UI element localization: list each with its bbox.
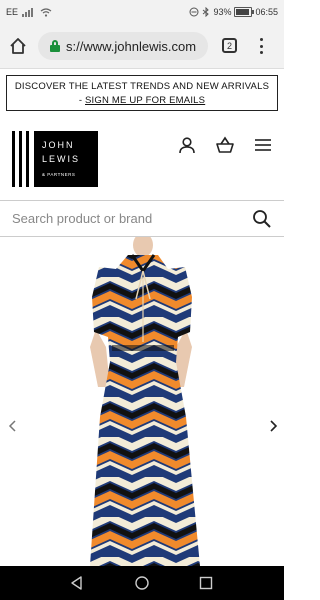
hamburger-menu-icon[interactable] [253, 135, 273, 155]
logo-stripes [12, 131, 33, 187]
home-icon[interactable] [8, 36, 28, 56]
status-bar: EE 93% 06:55 [0, 0, 284, 24]
promo-signup-line: - SIGN ME UP FOR EMAILS [7, 95, 277, 106]
browser-menu-icon[interactable] [258, 38, 264, 54]
home-nav-icon[interactable] [133, 574, 151, 592]
carrier-label: EE [6, 7, 19, 17]
tab-switcher-button[interactable]: 2 [222, 38, 237, 53]
battery-icon [234, 7, 255, 17]
site-search[interactable]: Search product or brand [0, 200, 284, 237]
battery-percent: 93% [213, 7, 232, 17]
account-icon[interactable] [177, 135, 197, 155]
email-signup-link[interactable]: SIGN ME UP FOR EMAILS [85, 95, 205, 106]
url-text[interactable]: s://www.johnlewis.com [66, 39, 196, 54]
lock-icon [50, 40, 60, 52]
bluetooth-icon [203, 7, 210, 17]
john-lewis-logo[interactable]: JOHN LEWIS & PARTNERS [12, 131, 100, 187]
search-icon[interactable] [252, 209, 272, 229]
carousel-next-icon[interactable] [268, 420, 278, 432]
logo-word-john: JOHN [42, 140, 75, 150]
do-not-disturb-icon [189, 7, 199, 17]
address-bar[interactable]: s://www.johnlewis.com [38, 32, 208, 60]
clock: 06:55 [255, 7, 278, 17]
back-icon[interactable] [68, 574, 86, 592]
system-navigation-bar [0, 566, 284, 600]
browser-toolbar: s://www.johnlewis.com 2 [0, 24, 284, 69]
basket-icon[interactable] [215, 135, 235, 155]
carousel-prev-icon[interactable] [8, 420, 18, 432]
wifi-icon [40, 7, 52, 17]
logo-word-lewis: LEWIS [42, 154, 81, 164]
recents-icon[interactable] [197, 574, 215, 592]
logo-wordmark: JOHN LEWIS & PARTNERS [34, 131, 98, 187]
product-image[interactable] [0, 237, 284, 566]
promo-banner: DISCOVER THE LATEST TRENDS AND NEW ARRIV… [6, 75, 278, 111]
chevron-maxi-dress-image [90, 237, 200, 566]
signal-icon [22, 7, 36, 17]
logo-word-partners: & PARTNERS [42, 172, 76, 177]
promo-headline: DISCOVER THE LATEST TRENDS AND NEW ARRIV… [14, 81, 270, 92]
search-input[interactable]: Search product or brand [12, 211, 152, 226]
